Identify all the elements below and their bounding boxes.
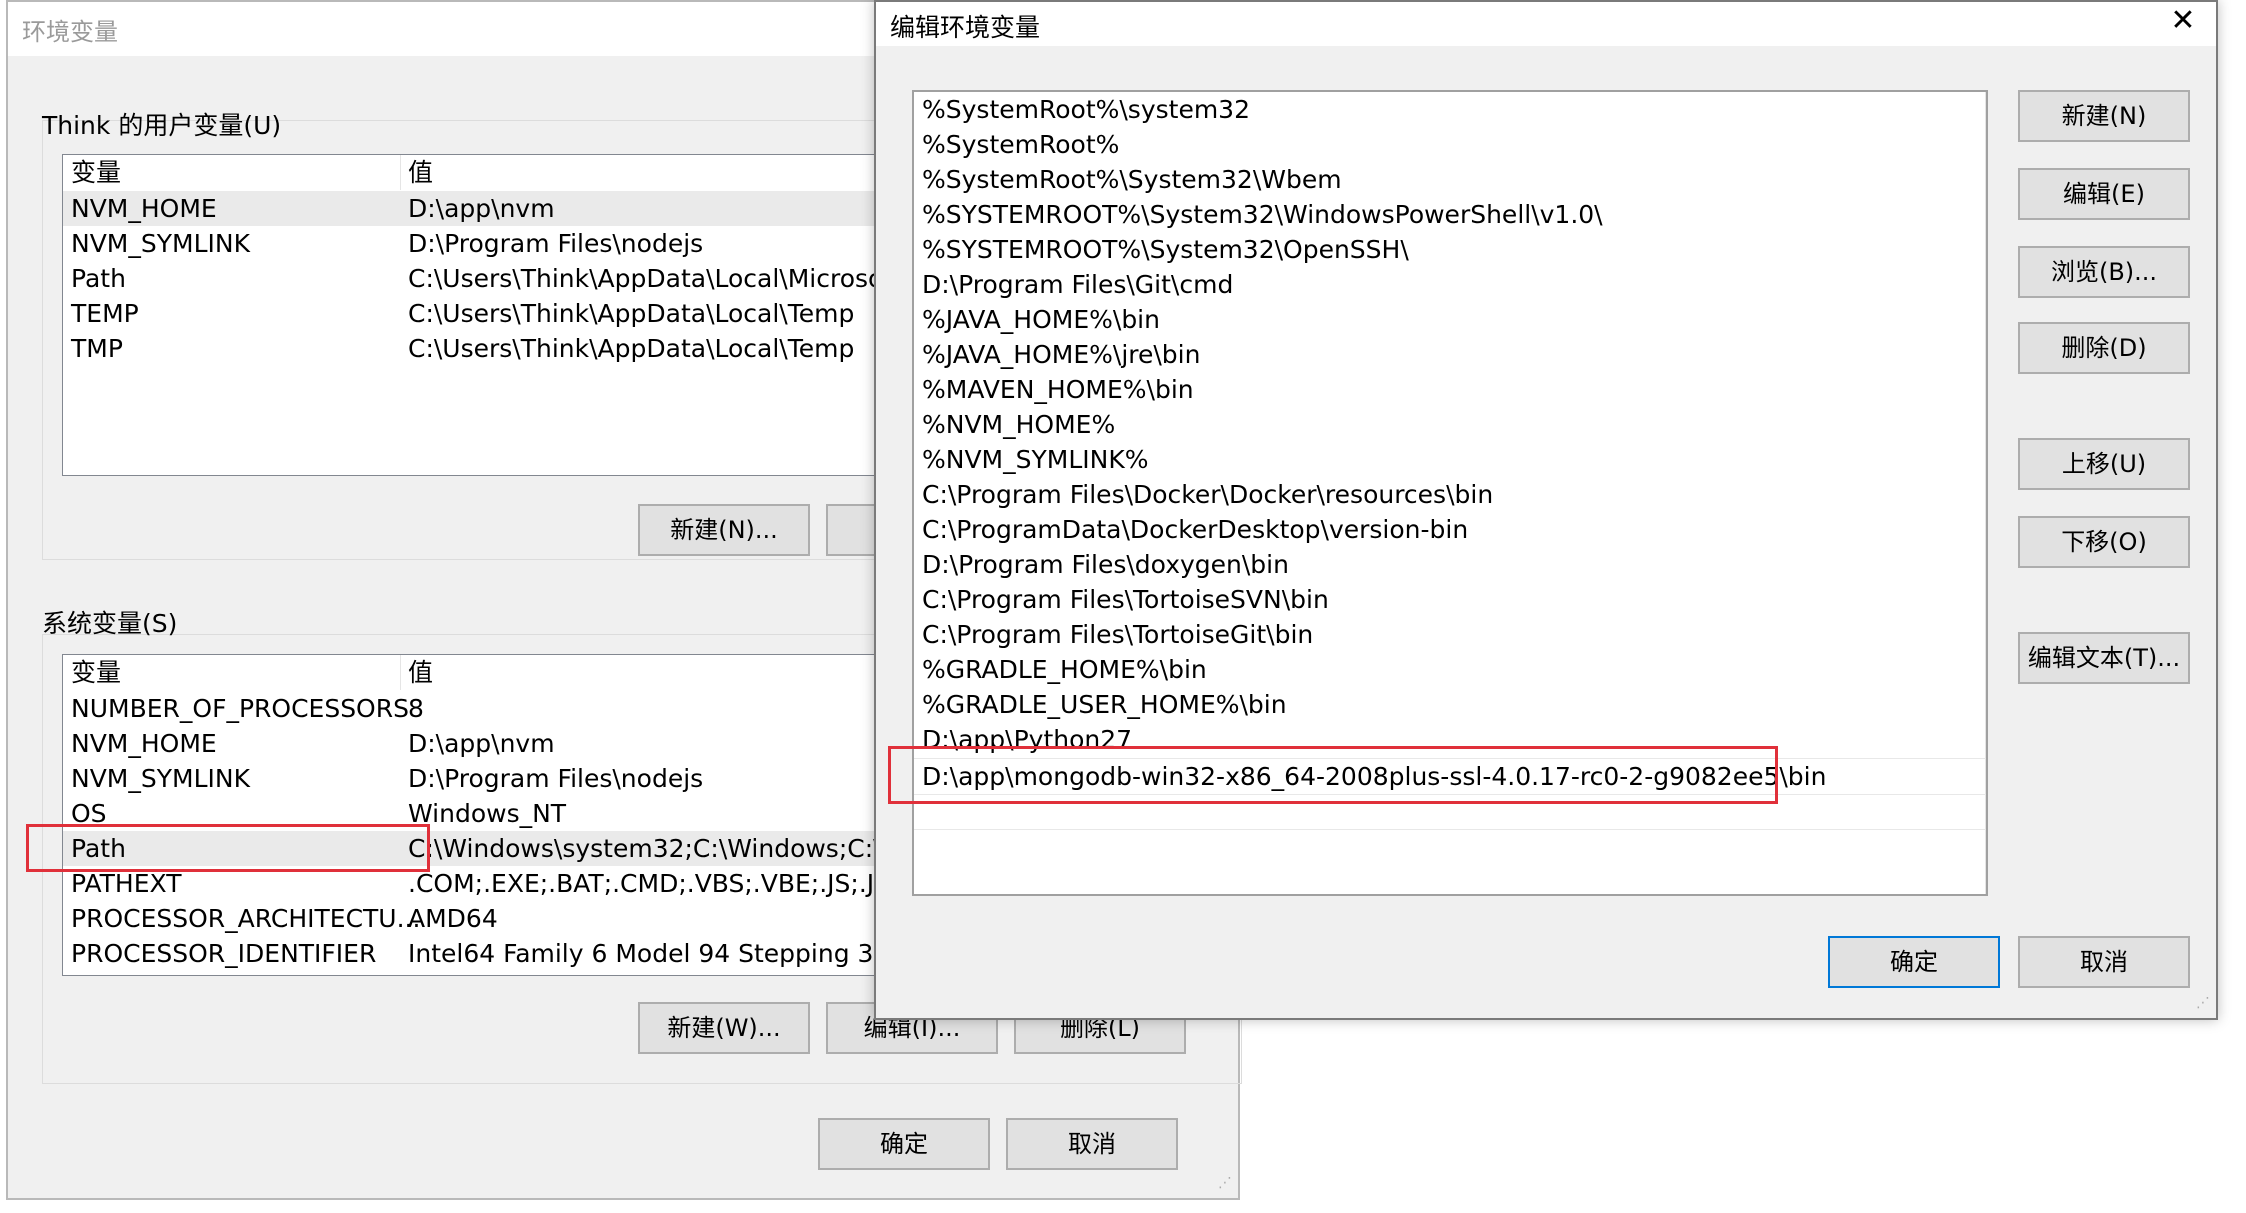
move-up-button[interactable]: 上移(U) [2018, 438, 2190, 490]
var-value: C:\Users\Think\AppData\Local\Microsoft\ [408, 264, 910, 293]
ok-button[interactable]: 确定 [1828, 936, 2000, 988]
path-entry[interactable]: %JAVA_HOME%\jre\bin [914, 337, 1986, 372]
var-name: OS [71, 799, 107, 828]
var-value: D:\Program Files\nodejs [408, 764, 704, 793]
path-entry[interactable]: %MAVEN_HOME%\bin [914, 372, 1986, 407]
path-entry[interactable]: %SystemRoot%\system32 [914, 92, 1986, 127]
fg-dialog-title: 编辑环境变量 [890, 13, 1041, 42]
bg-dialog-title: 环境变量 [22, 18, 118, 46]
path-entry[interactable]: D:\app\Python27 [914, 722, 1986, 757]
var-value: .COM;.EXE;.BAT;.CMD;.VBS;.VBE;.JS;.JSE;.… [408, 869, 947, 898]
col-divider[interactable] [400, 155, 401, 190]
path-entry[interactable]: C:\Program Files\TortoiseGit\bin [914, 617, 1986, 652]
bg-cancel-button[interactable]: 取消 [1006, 1118, 1178, 1170]
var-name: PROCESSOR_ARCHITECTU... [71, 904, 421, 933]
var-value: Windows_NT [408, 799, 567, 828]
new-button[interactable]: 新建(N) [2018, 90, 2190, 142]
var-name: PATHEXT [71, 869, 182, 898]
path-entry[interactable]: %SYSTEMROOT%\System32\OpenSSH\ [914, 232, 1986, 267]
path-entry[interactable]: %SYSTEMROOT%\System32\WindowsPowerShell\… [914, 197, 1986, 232]
cancel-button[interactable]: 取消 [2018, 936, 2190, 988]
delete-button[interactable]: 删除(D) [2018, 322, 2190, 374]
path-entry[interactable]: D:\Program Files\Git\cmd [914, 267, 1986, 302]
browse-button[interactable]: 浏览(B)... [2018, 246, 2190, 298]
path-entry-mongodb[interactable]: D:\app\mongodb-win32-x86_64-2008plus-ssl… [914, 759, 1986, 794]
path-entry[interactable]: C:\Program Files\Docker\Docker\resources… [914, 477, 1986, 512]
path-entry[interactable]: %SystemRoot%\System32\Wbem [914, 162, 1986, 197]
sys-new-button[interactable]: 新建(W)... [638, 1002, 810, 1054]
path-entry[interactable]: %JAVA_HOME%\bin [914, 302, 1986, 337]
edit-text-button[interactable]: 编辑文本(T)... [2018, 632, 2190, 684]
row-separator [914, 794, 1986, 795]
path-entry[interactable]: %NVM_HOME% [914, 407, 1986, 442]
path-entry[interactable]: %GRADLE_USER_HOME%\bin [914, 687, 1986, 722]
var-value: C:\Users\Think\AppData\Local\Temp [408, 334, 855, 363]
move-down-button[interactable]: 下移(O) [2018, 516, 2190, 568]
path-entry[interactable]: C:\Program Files\TortoiseSVN\bin [914, 582, 1986, 617]
var-value: Intel64 Family 6 Model 94 Stepping 3, Ge [408, 939, 925, 968]
user-new-button[interactable]: 新建(N)... [638, 504, 810, 556]
system-vars-label: 系统变量(S) [42, 609, 178, 638]
edit-button[interactable]: 编辑(E) [2018, 168, 2190, 220]
screen: 环境变量 Think 的用户变量(U) 变量 值 NVM_HOME D:\app… [0, 0, 2246, 1213]
path-entry[interactable]: %NVM_SYMLINK% [914, 442, 1986, 477]
bg-ok-button[interactable]: 确定 [818, 1118, 990, 1170]
var-value: 8 [408, 694, 424, 723]
col-divider[interactable] [400, 655, 401, 690]
col-name-header: 变量 [71, 658, 122, 687]
col-name-header: 变量 [71, 158, 122, 187]
var-value: C:\Users\Think\AppData\Local\Temp [408, 299, 855, 328]
var-value: D:\Program Files\nodejs [408, 229, 704, 258]
resize-grip-icon[interactable]: ⋰ [2196, 996, 2214, 1018]
path-entry[interactable]: %SystemRoot% [914, 127, 1986, 162]
user-vars-label: Think 的用户变量(U) [42, 111, 282, 140]
var-name: NVM_SYMLINK [71, 764, 250, 793]
var-value: D:\app\nvm [408, 194, 555, 223]
path-entries-list[interactable]: %SystemRoot%\system32 %SystemRoot% %Syst… [912, 90, 1988, 896]
path-entry[interactable]: %GRADLE_HOME%\bin [914, 652, 1986, 687]
var-name: Path [71, 264, 126, 293]
var-value: AMD64 [408, 904, 498, 933]
close-icon[interactable]: ✕ [2168, 6, 2198, 36]
path-entry[interactable]: D:\Program Files\doxygen\bin [914, 547, 1986, 582]
var-name: NUMBER_OF_PROCESSORS [71, 694, 409, 723]
fg-titlebar: 编辑环境变量 ✕ [876, 2, 2216, 46]
var-name: NVM_SYMLINK [71, 229, 250, 258]
row-separator [914, 829, 1986, 830]
var-name: Path [71, 834, 126, 863]
col-value-header: 值 [408, 158, 434, 187]
col-value-header: 值 [408, 658, 434, 687]
path-entry[interactable]: C:\ProgramData\DockerDesktop\version-bin [914, 512, 1986, 547]
var-name: NVM_HOME [71, 729, 217, 758]
var-name: TEMP [71, 299, 139, 328]
resize-grip-icon[interactable]: ⋰ [1218, 1176, 1236, 1198]
var-value: D:\app\nvm [408, 729, 555, 758]
var-name: NVM_HOME [71, 194, 217, 223]
var-value: C:\Windows\system32;C:\Windows;C:\Wir [408, 834, 923, 863]
var-name: PROCESSOR_IDENTIFIER [71, 939, 377, 968]
edit-environment-variable-dialog: 编辑环境变量 ✕ %SystemRoot%\system32 %SystemRo… [874, 0, 2218, 1020]
var-name: TMP [71, 334, 123, 363]
